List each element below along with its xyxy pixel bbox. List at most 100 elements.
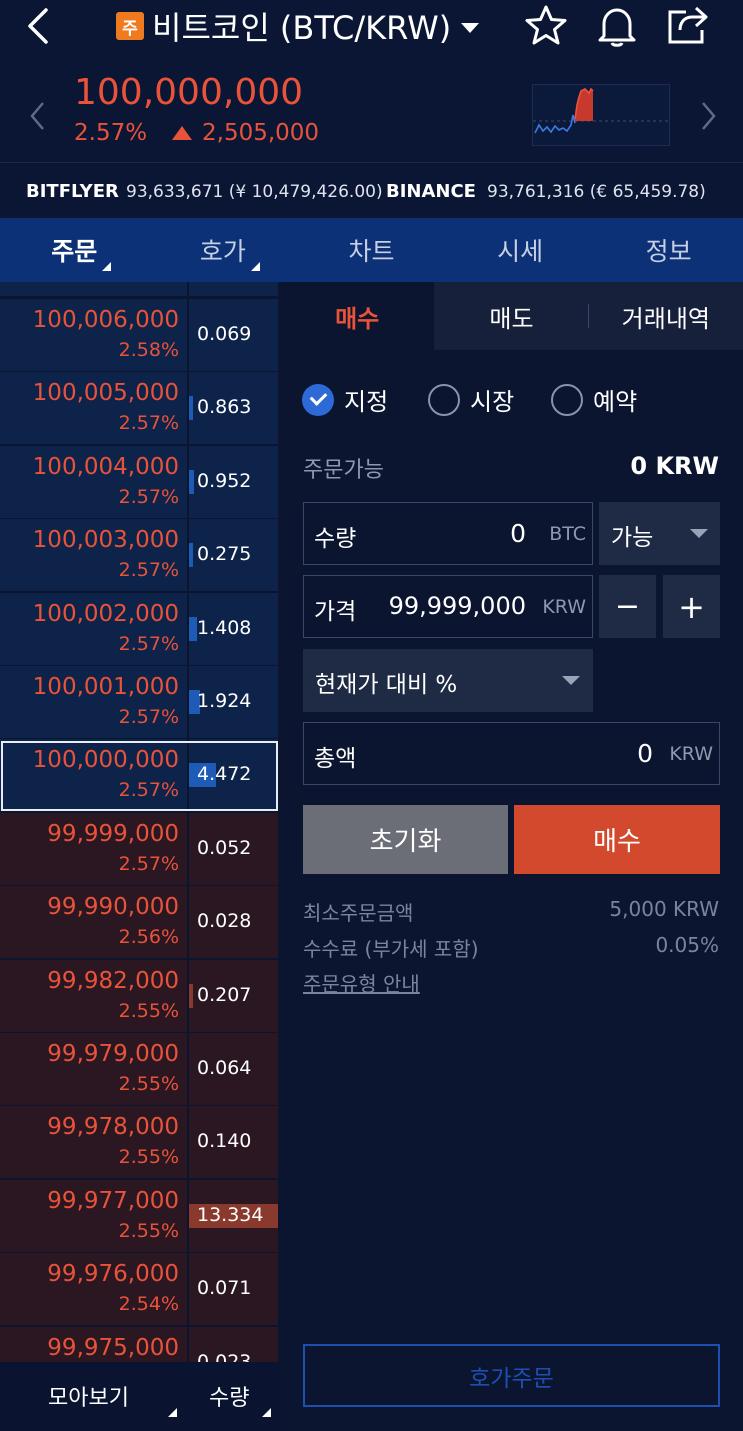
orderbook-qty-cell[interactable]: 1.924 <box>189 666 278 738</box>
quantity-mode-button[interactable]: 수량 <box>209 1380 249 1412</box>
available-label: 주문가능 <box>303 458 384 483</box>
quantity-field[interactable]: 수량 0 BTC <box>303 502 593 565</box>
orderbook-price-cell[interactable]: 99,999,000 2.57% <box>0 812 187 885</box>
coin-badge: 주 <box>116 12 144 40</box>
order-type-reserve[interactable]: 예약 <box>551 382 637 417</box>
tab-sell-label: 매도 <box>489 304 534 333</box>
bell-icon[interactable] <box>596 4 638 48</box>
share-icon[interactable] <box>666 4 710 46</box>
reset-button[interactable]: 초기화 <box>303 805 508 874</box>
back-icon[interactable] <box>24 6 54 46</box>
orderbook-price-cell[interactable]: 100,004,000 2.57% <box>0 445 187 518</box>
orderbook-row[interactable]: 99,975,000 0.023 <box>0 1326 280 1362</box>
orderbook-price: 99,975,000 <box>47 1334 179 1361</box>
plus-icon: + <box>678 587 705 626</box>
orderbook-qty-cell[interactable]: 0.952 <box>189 445 278 518</box>
orderbook-price-cell[interactable]: 99,975,000 <box>0 1326 187 1362</box>
order-type-guide-link[interactable]: 주문유형 안내 <box>303 968 420 997</box>
price-field[interactable]: 가격 99,999,000 KRW <box>303 575 593 638</box>
price-plus-button[interactable]: + <box>663 575 720 638</box>
tab-order[interactable]: 주문 <box>0 218 149 282</box>
price-summary: 100,000,000 2.57% 2,505,000 <box>0 62 743 162</box>
radio-icon <box>551 383 583 416</box>
change-amount: 2,505,000 <box>172 120 319 146</box>
chevron-left-icon[interactable] <box>28 100 48 132</box>
orderbook-price-cell[interactable]: 100,006,000 2.58% <box>0 299 187 371</box>
tab-hoga[interactable]: 호가 <box>149 218 298 282</box>
fee-label: 수수료 (부가세 포함) <box>303 937 479 961</box>
quantity-bar <box>189 543 193 568</box>
chevron-right-icon[interactable] <box>698 100 718 132</box>
orderbook-row[interactable]: 99,982,000 2.55% 0.207 <box>0 959 280 1033</box>
orderbook-rate: 2.58% <box>118 339 179 361</box>
orderbook-qty-cell[interactable]: 1.408 <box>189 592 278 665</box>
price-minus-button[interactable]: − <box>599 575 656 638</box>
orderbook-qty-cell[interactable]: 0.071 <box>189 1253 278 1326</box>
orderbook-row[interactable]: 100,005,000 2.57% 0.863 <box>0 372 280 445</box>
tab-market[interactable]: 시세 <box>446 218 595 282</box>
orderbook-price-cell[interactable]: 99,978,000 2.55% <box>0 1106 187 1179</box>
order-type-market-label: 시장 <box>470 388 515 416</box>
total-unit: KRW <box>669 743 713 765</box>
orderbook-row[interactable]: 99,978,000 2.55% 0.140 <box>0 1106 280 1179</box>
quantity-select[interactable]: 가능 <box>599 502 720 565</box>
orderbook-price-cell[interactable]: 99,976,000 2.54% <box>0 1253 187 1326</box>
orderbook-price-cell[interactable]: 99,979,000 2.55% <box>0 1033 187 1105</box>
orderbook-row[interactable]: 100,004,000 2.57% 0.952 <box>0 445 280 519</box>
main-tabs: 주문 호가 차트 시세 정보 <box>0 218 743 282</box>
orderbook-qty-cell[interactable]: 0.207 <box>189 959 278 1032</box>
orderbook-qty-cell[interactable]: 0.023 <box>189 1326 278 1362</box>
orderbook-price-cell[interactable]: 100,001,000 2.57% <box>0 666 187 738</box>
orderbook-price-cell[interactable]: 100,005,000 2.57% <box>0 372 187 445</box>
orderbook-qty-cell[interactable]: 13.334 <box>189 1179 278 1252</box>
orderbook-rate: 2.57% <box>118 706 179 728</box>
orderbook-qty-cell[interactable]: 0.052 <box>189 812 278 885</box>
orderbook-row[interactable]: 100,001,000 2.57% 1.924 <box>0 666 280 739</box>
orderbook-row[interactable]: 99,976,000 2.54% 0.071 <box>0 1253 280 1326</box>
orderbook-price-cell[interactable]: 99,977,000 2.55% <box>0 1179 187 1252</box>
coin-selector[interactable]: 주 비트코인 (BTC/KRW) <box>116 6 480 47</box>
tab-info[interactable]: 정보 <box>594 218 743 282</box>
tab-history[interactable]: 거래내역 <box>589 282 743 350</box>
orderbook-qty: 0.052 <box>197 836 252 859</box>
quantity-bar <box>189 983 193 1008</box>
orderbook-row[interactable]: 99,999,000 2.57% 0.052 <box>0 812 280 886</box>
tab-sell[interactable]: 매도 <box>434 282 589 350</box>
total-field[interactable]: 총액 0 KRW <box>303 722 720 785</box>
quantity-bar <box>189 616 197 641</box>
orderbook-qty-cell[interactable]: 0.069 <box>189 299 278 371</box>
quantity-bar <box>189 469 194 494</box>
orderbook-price-cell[interactable]: 100,002,000 2.57% <box>0 592 187 665</box>
orderbook-qty-cell[interactable]: 0.863 <box>189 372 278 445</box>
corner-indicator-icon <box>250 262 260 271</box>
order-type-market[interactable]: 시장 <box>428 382 514 417</box>
orderbook-price-cell[interactable]: 99,982,000 2.55% <box>0 959 187 1032</box>
ratio-select[interactable]: 현재가 대비 % <box>303 649 593 712</box>
orderbook-qty-cell[interactable]: 0.275 <box>189 519 278 592</box>
buy-button[interactable]: 매수 <box>514 805 720 874</box>
orderbook-row[interactable]: 100,002,000 2.57% 1.408 <box>0 592 280 666</box>
order-type-limit[interactable]: 지정 <box>302 382 388 417</box>
orderbook-price-cell[interactable]: 100,003,000 2.57% <box>0 519 187 592</box>
mini-chart[interactable] <box>532 84 670 146</box>
orderbook-qty-cell[interactable]: 0.064 <box>189 1033 278 1105</box>
orderbook[interactable]: 100,006,000 2.58% 0.069 100,005,000 2.57% 0.8… <box>0 282 280 1362</box>
orderbook-row[interactable]: 100,003,000 2.57% 0.275 <box>0 519 280 592</box>
exchange-value-bitflyer: 93,633,671 (¥ 10,479,426.00) <box>126 182 383 202</box>
quantity-label: 수량 <box>314 526 357 552</box>
star-icon[interactable] <box>524 4 568 46</box>
group-view-button[interactable]: 모아보기 <box>48 1380 129 1412</box>
tab-chart[interactable]: 차트 <box>297 218 446 282</box>
orderbook-price-cell[interactable]: 99,990,000 2.56% <box>0 886 187 959</box>
orderbook-row[interactable]: 99,990,000 2.56% 0.028 <box>0 886 280 959</box>
min-order-value: 5,000 KRW <box>609 897 719 921</box>
hoga-order-button[interactable]: 호가주문 <box>303 1344 720 1407</box>
exchange-name-binance: BINANCE <box>386 181 476 202</box>
orderbook-qty-cell[interactable]: 0.140 <box>189 1106 278 1179</box>
orderbook-row[interactable]: 100,006,000 2.58% 0.069 <box>0 299 280 372</box>
orderbook-row[interactable]: 99,977,000 2.55% 13.334 <box>0 1179 280 1253</box>
orderbook-qty-cell[interactable]: 0.028 <box>189 886 278 959</box>
orderbook-row[interactable]: 99,979,000 2.55% 0.064 <box>0 1033 280 1106</box>
tab-buy[interactable]: 매수 <box>280 282 435 350</box>
tab-chart-label: 차트 <box>348 237 395 266</box>
